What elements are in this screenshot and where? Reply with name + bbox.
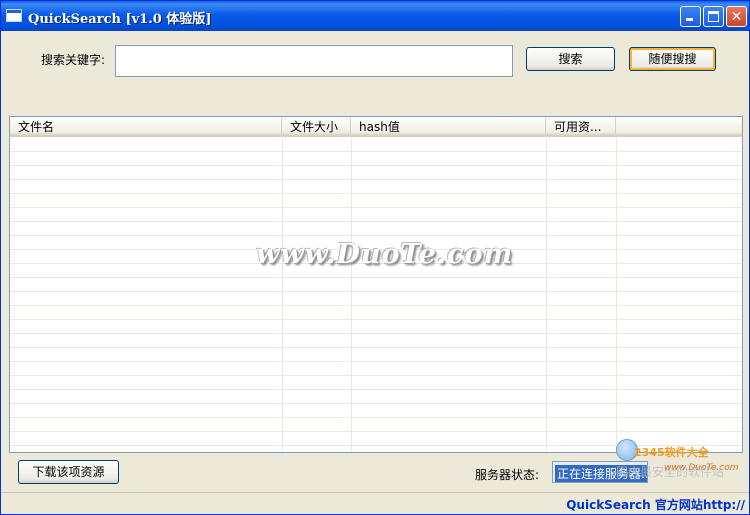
maximize-icon [708, 11, 719, 22]
minimize-button[interactable] [680, 6, 701, 27]
table-header: 文件名 文件大小 hash值 可用资... [10, 117, 742, 137]
column-header-filesize[interactable]: 文件大小 [282, 117, 351, 137]
app-window-icon [6, 9, 22, 22]
server-status-label: 服务器状态: [475, 468, 540, 482]
random-search-button[interactable]: 随便搜搜 [629, 47, 716, 71]
column-divider [546, 138, 547, 452]
results-table[interactable]: 文件名 文件大小 hash值 可用资... [9, 116, 743, 453]
column-header-filename[interactable]: 文件名 [10, 117, 282, 137]
app-window: QuickSearch [v1.0 体验版] ✕ 搜索关键字: 搜索 随便搜搜 … [0, 0, 750, 515]
column-divider [282, 138, 283, 452]
watermark-text: www.DuoTe.com [256, 239, 514, 270]
maximize-button[interactable] [703, 6, 724, 27]
column-divider [616, 138, 617, 452]
title-bar[interactable]: QuickSearch [v1.0 体验版] ✕ [1, 1, 749, 31]
column-header-hash[interactable]: hash值 [351, 117, 546, 137]
column-header-sources[interactable]: 可用资... [546, 117, 616, 137]
search-button[interactable]: 搜索 [526, 47, 615, 71]
site-badge: 2345软件大全 www.DuoTe.com 国内最安全的软件站 [610, 437, 750, 487]
close-icon: ✕ [730, 9, 743, 25]
close-button[interactable]: ✕ [726, 6, 747, 27]
status-bar: QuickSearch 官方网站http:// [1, 492, 749, 514]
badge-brand: 2345软件大全 [634, 446, 709, 459]
search-input[interactable] [115, 45, 513, 77]
badge-slogan: 国内最安全的软件站 [616, 465, 725, 479]
download-resource-button[interactable]: 下载该项资源 [18, 460, 119, 484]
minimize-icon [686, 18, 693, 21]
column-divider [351, 138, 352, 452]
search-keyword-label: 搜索关键字: [41, 53, 106, 67]
window-title: QuickSearch [v1.0 体验版] [28, 12, 212, 27]
table-body[interactable] [10, 138, 742, 452]
official-site-link[interactable]: QuickSearch 官方网站http:// [566, 496, 745, 513]
